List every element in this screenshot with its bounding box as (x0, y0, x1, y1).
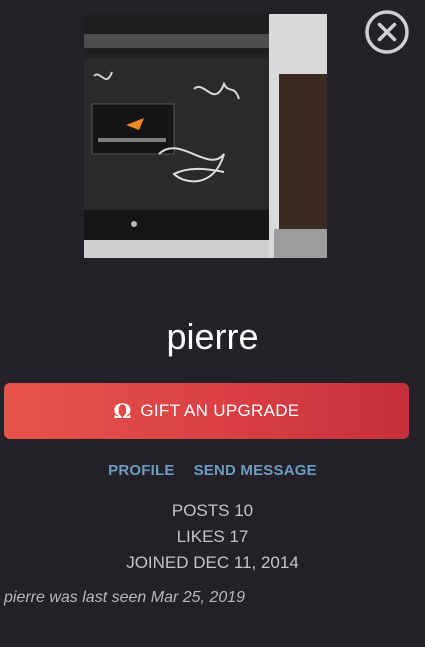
avatar[interactable] (84, 14, 327, 258)
profile-links: PROFILE SEND MESSAGE (0, 462, 425, 479)
posts-count: POSTS 10 (171, 501, 254, 520)
gift-upgrade-label: GIFT AN UPGRADE (140, 401, 300, 420)
gift-upgrade-button[interactable]: Ω GIFT AN UPGRADE (4, 383, 409, 439)
omega-icon: Ω (113, 399, 132, 423)
username: pierre (166, 316, 259, 357)
likes-count: LIKES 17 (176, 527, 249, 546)
profile-link[interactable]: PROFILE (108, 462, 174, 479)
last-seen-text: pierre was last seen Mar 25, 2019 (4, 589, 246, 606)
user-profile-popup: pierre Ω GIFT AN UPGRADE PROFILE SEND ME… (0, 0, 425, 647)
avatar-photo (84, 14, 327, 258)
close-icon[interactable] (364, 9, 410, 55)
joined-date: JOINED DEC 11, 2014 (126, 553, 299, 572)
send-message-link[interactable]: SEND MESSAGE (194, 462, 317, 479)
